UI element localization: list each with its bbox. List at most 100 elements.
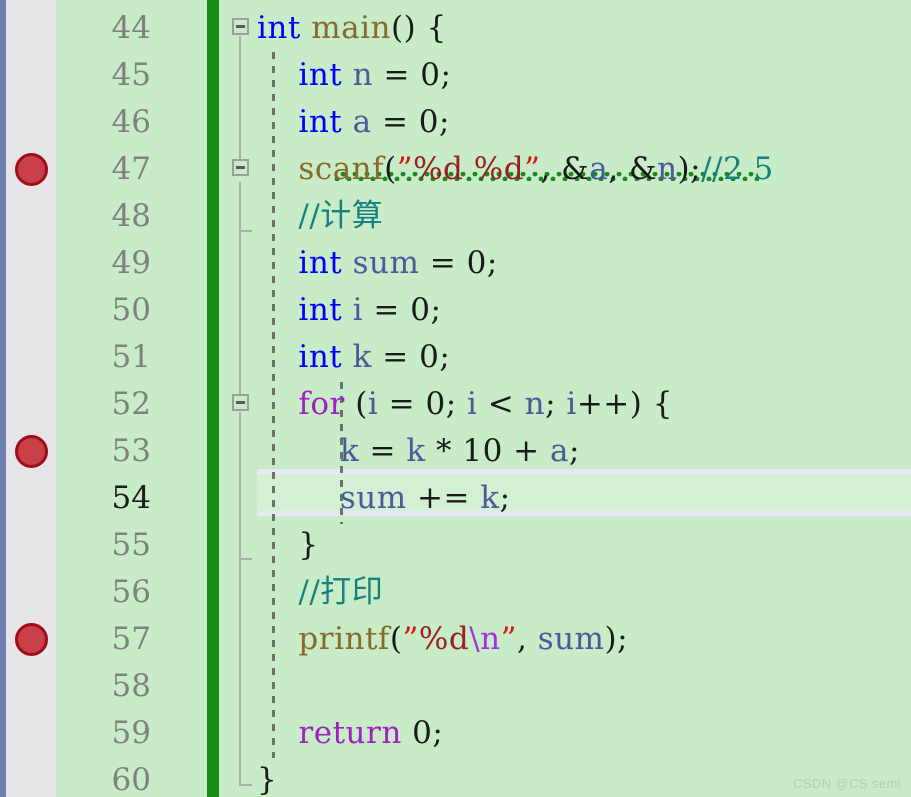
code-line[interactable]: int i = 0; (257, 287, 441, 334)
fold-minus-icon[interactable] (232, 394, 249, 411)
breakpoint-marker[interactable] (15, 435, 48, 468)
code-token: = (373, 57, 421, 93)
code-surface[interactable]: int main() { int n = 0; int a = 0; scanf… (219, 0, 911, 797)
code-token: sum (537, 621, 605, 657)
code-token: n (657, 151, 678, 187)
code-line[interactable]: int sum = 0; (257, 240, 498, 287)
code-line[interactable]: //计算 (257, 193, 383, 240)
fold-connector-line (239, 760, 241, 786)
line-number: 51 (111, 339, 151, 375)
breakpoint-gutter[interactable] (6, 0, 56, 797)
code-token: 10 (462, 433, 503, 469)
line-number: 46 (111, 104, 151, 140)
code-token: ; (486, 245, 498, 281)
code-line[interactable]: } (257, 522, 319, 569)
code-token: 0 (418, 104, 440, 140)
line-number: 53 (111, 433, 151, 469)
line-number-column: 44 45 46 47 48 49 50 51 52 53 54 55 56 57 58 59 60 (56, 0, 207, 797)
code-token: ” (524, 151, 541, 187)
code-token: ; (432, 715, 444, 751)
code-token: = (371, 339, 420, 375)
code-token: 0 (419, 339, 440, 375)
code-token: ; (430, 292, 442, 328)
code-token: printf (298, 621, 390, 657)
code-token: k (406, 433, 426, 469)
code-token: < (477, 386, 525, 422)
code-token: = (359, 433, 407, 469)
code-token: int (298, 245, 343, 281)
code-token: //2 5 (701, 151, 774, 187)
code-token: //计算 (298, 198, 384, 234)
code-token: 0 (410, 292, 431, 328)
fold-minus-icon[interactable] (232, 18, 249, 35)
code-token: a (352, 104, 372, 140)
fold-branch-tick (239, 784, 252, 786)
code-token: sum (352, 245, 420, 281)
code-token: \n (469, 621, 501, 657)
code-line[interactable]: } (257, 757, 277, 797)
line-number: 44 (111, 10, 151, 46)
code-token: * (425, 433, 463, 469)
code-token: scanf (298, 151, 385, 187)
line-number: 57 (111, 621, 151, 657)
code-token: , (516, 621, 538, 657)
code-token: i (352, 292, 364, 328)
code-token: sum (339, 480, 407, 516)
code-line[interactable]: int a = 0; (257, 99, 450, 146)
change-indicator-bar (207, 0, 219, 797)
code-token: %d %d (413, 151, 525, 187)
code-token: for (298, 386, 345, 422)
line-number: 58 (111, 668, 151, 704)
code-token: 0 (425, 386, 446, 422)
code-line[interactable]: return 0; (257, 710, 443, 757)
fold-minus-icon[interactable] (232, 159, 249, 176)
code-token: = (378, 386, 426, 422)
code-line[interactable]: k = k * 10 + a; (257, 428, 580, 475)
code-token: & (628, 151, 658, 187)
code-editor-viewport[interactable]: 44 45 46 47 48 49 50 51 52 53 54 55 56 57 58 59 60 int m… (0, 0, 911, 797)
code-line[interactable]: for (i = 0; i < n; i++) { (257, 381, 673, 428)
line-number: 48 (111, 198, 151, 234)
code-line[interactable]: int k = 0; (257, 334, 450, 381)
code-line[interactable]: sum += k; (257, 475, 511, 522)
code-token: ” (500, 621, 517, 657)
code-token: ; (439, 339, 451, 375)
line-number: 56 (111, 574, 151, 610)
breakpoint-marker[interactable] (15, 623, 48, 656)
code-token: & (561, 151, 590, 187)
code-token: , (608, 151, 629, 187)
code-token: %d (418, 621, 470, 657)
code-line[interactable]: //打印 (257, 569, 383, 616)
code-token: main (311, 10, 391, 46)
code-folding-column[interactable] (219, 0, 261, 797)
code-token: return (298, 715, 402, 751)
fold-connector-line (239, 36, 241, 164)
code-token: ; (690, 151, 702, 187)
code-token: , (540, 151, 562, 187)
code-token: k (339, 433, 360, 469)
code-line[interactable]: int n = 0; (257, 52, 451, 99)
watermark-label: CSDN @CS semi (793, 776, 901, 791)
code-line[interactable]: scanf(”%d %d”, &a, &n);//2 5 (257, 146, 774, 193)
code-line[interactable]: int main() { (257, 5, 447, 52)
code-token: += (406, 480, 481, 516)
code-token: = (363, 292, 411, 328)
code-token: ” (402, 621, 419, 657)
code-token: k (480, 480, 500, 516)
code-token: ; (439, 104, 450, 140)
code-token: } (298, 527, 319, 563)
line-number: 49 (111, 245, 151, 281)
line-number: 59 (111, 715, 151, 751)
code-line[interactable]: printf(”%d\n”, sum); (257, 616, 628, 663)
breakpoint-marker[interactable] (15, 153, 48, 186)
line-number: 45 (111, 57, 151, 93)
